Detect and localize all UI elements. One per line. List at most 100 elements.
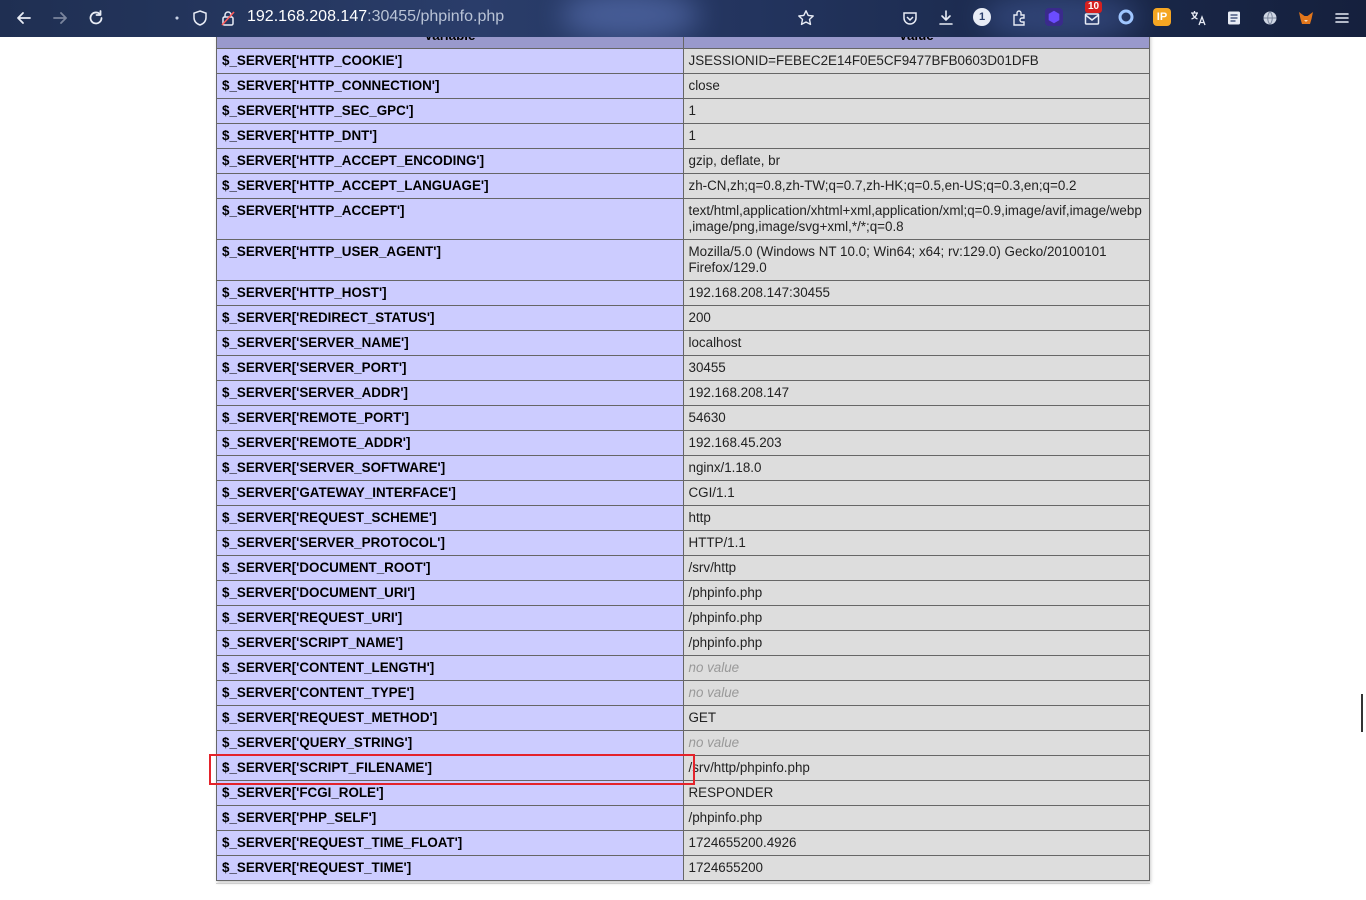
- mail-count-badge: 10: [1085, 1, 1103, 13]
- extension-globe-icon[interactable]: [1258, 6, 1282, 30]
- table-header-row: Variable Value: [216, 37, 1150, 49]
- url-bar[interactable]: 192.168.208.147:30455/phpinfo.php: [247, 7, 504, 27]
- table-row: $_SERVER['HTTP_ACCEPT'] text/html,applica…: [216, 198, 1150, 240]
- reload-icon[interactable]: [84, 6, 108, 30]
- variable-value-cell: 1: [682, 98, 1150, 124]
- variable-name-cell: $_SERVER['DOCUMENT_URI']: [216, 580, 684, 606]
- insecure-lock-icon[interactable]: [216, 6, 240, 30]
- variable-name-cell: $_SERVER['HTTP_SEC_GPC']: [216, 98, 684, 124]
- variable-name-cell: $_SERVER['SERVER_PROTOCOL']: [216, 530, 684, 556]
- variable-name-cell: $_SERVER['QUERY_STRING']: [216, 730, 684, 756]
- tracking-shield-icon[interactable]: [188, 6, 212, 30]
- metamask-fox-icon[interactable]: [1294, 6, 1318, 30]
- table-row: $_SERVER['REMOTE_PORT'] 54630: [216, 405, 1150, 431]
- table-row: $_SERVER['SCRIPT_NAME']/phpinfo.php: [216, 630, 1150, 656]
- variable-value-cell: HTTP/1.1: [682, 530, 1150, 556]
- extensions-puzzle-icon[interactable]: [1007, 6, 1031, 30]
- table-row: $_SERVER['SERVER_PORT'] 30455: [216, 355, 1150, 381]
- variable-value-cell: 1724655200.4926: [682, 830, 1150, 856]
- table-row: $_SERVER['SCRIPT_FILENAME']/srv/http/php…: [216, 755, 1150, 781]
- table-row: $_SERVER['GATEWAY_INTERFACE'] CGI/1.1: [216, 480, 1150, 506]
- extension-ring-icon[interactable]: [1117, 8, 1135, 26]
- variable-name-cell: $_SERVER['PHP_SELF']: [216, 805, 684, 831]
- php-variables-table: Variable Value $_SERVER['HTTP_COOKIE']JS…: [216, 37, 1150, 881]
- variable-value-cell: 192.168.45.203: [682, 430, 1150, 456]
- extension-count: 1: [978, 11, 986, 23]
- variable-value-cell: /phpinfo.php: [682, 805, 1150, 831]
- extension-count-icon[interactable]: 1: [973, 8, 991, 26]
- variable-name-cell: $_SERVER['REQUEST_METHOD']: [216, 705, 684, 731]
- table-row: $_SERVER['HTTP_CONNECTION'] close: [216, 73, 1150, 99]
- variable-name-cell: $_SERVER['HTTP_ACCEPT_ENCODING']: [216, 148, 684, 174]
- bookmark-star-icon[interactable]: [794, 6, 818, 30]
- variable-name-cell: $_SERVER['HTTP_COOKIE']: [216, 48, 684, 74]
- download-icon[interactable]: [934, 6, 958, 30]
- variable-value-cell: /srv/http: [682, 555, 1150, 581]
- back-arrow-icon[interactable]: [12, 6, 36, 30]
- extension-hexagon-icon[interactable]: [1045, 8, 1063, 26]
- variable-name-cell: $_SERVER['SERVER_PORT']: [216, 355, 684, 381]
- variable-name-cell: $_SERVER['CONTENT_TYPE']: [216, 680, 684, 706]
- table-row: $_SERVER['CONTENT_TYPE'] no value: [216, 680, 1150, 706]
- bottom-divider: [216, 883, 1150, 884]
- table-row: $_SERVER['REQUEST_URI']/phpinfo.php: [216, 605, 1150, 631]
- variable-name-cell: $_SERVER['HTTP_ACCEPT']: [216, 198, 684, 240]
- page-content: Variable Value $_SERVER['HTTP_COOKIE']JS…: [0, 37, 1366, 900]
- variable-name-cell: $_SERVER['CONTENT_LENGTH']: [216, 655, 684, 681]
- variable-no-value-cell: no value: [682, 680, 1150, 706]
- variable-value-cell: nginx/1.18.0: [682, 455, 1150, 481]
- pocket-icon[interactable]: [898, 6, 922, 30]
- variable-name-cell: $_SERVER['REMOTE_PORT']: [216, 405, 684, 431]
- browser-toolbar: 192.168.208.147:30455/phpinfo.php 1 10 I…: [0, 0, 1366, 37]
- menu-hamburger-icon[interactable]: [1330, 6, 1354, 30]
- table-body: $_SERVER['HTTP_COOKIE'] JSESSIONID=FEBEC2…: [216, 48, 1150, 881]
- variable-value-cell: 30455: [682, 355, 1150, 381]
- value-column-header: Value: [682, 37, 1150, 49]
- variable-value-cell: gzip, deflate, br: [682, 148, 1150, 174]
- table-row: $_SERVER['CONTENT_LENGTH'] no value: [216, 655, 1150, 681]
- variable-name-cell: $_SERVER['REQUEST_TIME_FLOAT']: [216, 830, 684, 856]
- variable-value-cell: /srv/http/phpinfo.php: [682, 755, 1150, 781]
- table-row: $_SERVER['HTTP_ACCEPT_LANGUAGE'] zh-CN,zh…: [216, 173, 1150, 199]
- table-row: $_SERVER['QUERY_STRING'] no value: [216, 730, 1150, 756]
- variable-column-header: Variable: [216, 37, 684, 49]
- table-row: $_SERVER['REMOTE_ADDR'] 192.168.45.203: [216, 430, 1150, 456]
- table-row: $_SERVER['REQUEST_SCHEME'] http: [216, 505, 1150, 531]
- table-row: $_SERVER['HTTP_SEC_GPC'] 1: [216, 98, 1150, 124]
- variable-name-cell: $_SERVER['REQUEST_TIME']: [216, 855, 684, 881]
- table-row: $_SERVER['SERVER_ADDR'] 192.168.208.147: [216, 380, 1150, 406]
- variable-name-cell: $_SERVER['HTTP_USER_AGENT']: [216, 239, 684, 281]
- variable-value-cell: /phpinfo.php: [682, 605, 1150, 631]
- variable-name-cell: $_SERVER['DOCUMENT_ROOT']: [216, 555, 684, 581]
- forward-arrow-icon[interactable]: [48, 6, 72, 30]
- table-row: $_SERVER['SERVER_SOFTWARE'] nginx/1.18.0: [216, 455, 1150, 481]
- variable-name-cell: $_SERVER['SERVER_SOFTWARE']: [216, 455, 684, 481]
- reader-notes-icon[interactable]: [1222, 6, 1246, 30]
- variable-name-cell: $_SERVER['HTTP_HOST']: [216, 280, 684, 306]
- variable-name-cell: $_SERVER['SCRIPT_NAME']: [216, 630, 684, 656]
- table-row: $_SERVER['HTTP_HOST'] 192.168.208.147:304…: [216, 280, 1150, 306]
- table-row: $_SERVER['REQUEST_METHOD'] GET: [216, 705, 1150, 731]
- variable-value-cell: localhost: [682, 330, 1150, 356]
- variable-value-cell: JSESSIONID=FEBEC2E14F0E5CF9477BFB0603D01…: [682, 48, 1150, 74]
- variable-value-cell: Mozilla/5.0 (Windows NT 10.0; Win64; x64…: [682, 239, 1150, 281]
- table-row: $_SERVER['PHP_SELF']/phpinfo.php: [216, 805, 1150, 831]
- variable-value-cell: CGI/1.1: [682, 480, 1150, 506]
- page-dot-icon: [170, 6, 184, 30]
- translate-icon[interactable]: [1186, 6, 1210, 30]
- variable-name-cell: $_SERVER['HTTP_ACCEPT_LANGUAGE']: [216, 173, 684, 199]
- variable-name-cell: $_SERVER['FCGI_ROLE']: [216, 780, 684, 806]
- ip-extension-label: IP: [1156, 11, 1168, 23]
- scrollbar-thumb[interactable]: [1361, 694, 1363, 732]
- variable-value-cell: 54630: [682, 405, 1150, 431]
- variable-name-cell: $_SERVER['SERVER_ADDR']: [216, 380, 684, 406]
- server-variables-table-wrapper: Variable Value $_SERVER['HTTP_COOKIE']JS…: [216, 37, 1150, 881]
- table-row: $_SERVER['HTTP_USER_AGENT'] Mozilla/5.0 (…: [216, 239, 1150, 281]
- table-row: $_SERVER['HTTP_COOKIE'] JSESSIONID=FEBEC2…: [216, 48, 1150, 74]
- variable-name-cell: $_SERVER['REQUEST_URI']: [216, 605, 684, 631]
- variable-value-cell: /phpinfo.php: [682, 580, 1150, 606]
- ip-extension-icon[interactable]: IP: [1153, 8, 1171, 26]
- variable-value-cell: 1724655200: [682, 855, 1150, 881]
- table-row: $_SERVER['SERVER_NAME'] localhost: [216, 330, 1150, 356]
- variable-name-cell: $_SERVER['SERVER_NAME']: [216, 330, 684, 356]
